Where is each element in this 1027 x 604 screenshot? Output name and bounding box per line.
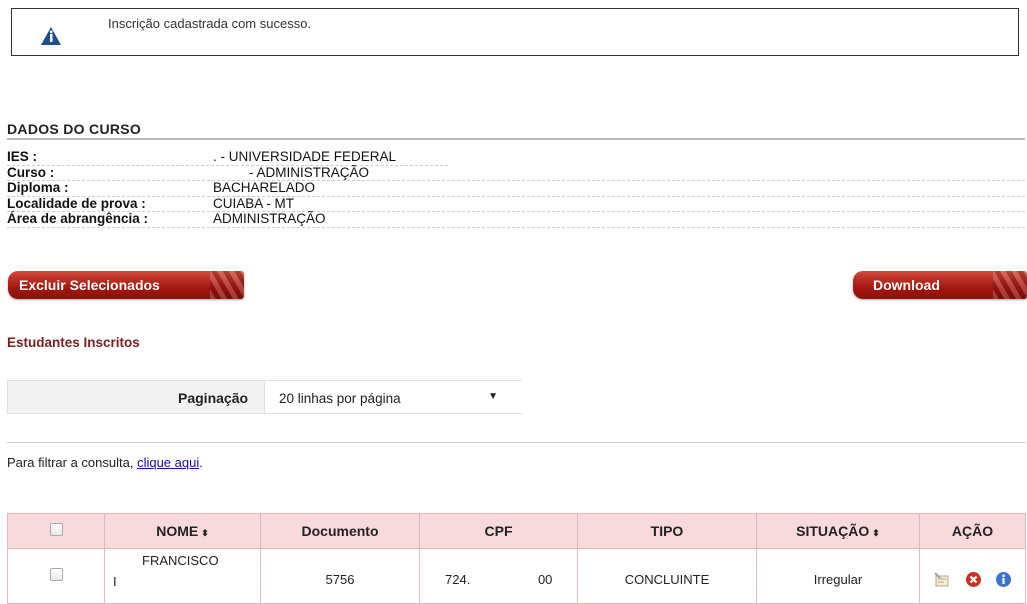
info-warning-icon [41, 27, 61, 45]
filter-suffix: . [199, 455, 203, 470]
nome-cell: FRANCISCO I [104, 548, 261, 604]
tipo-cell: CONCLUINTE [577, 548, 757, 604]
students-title: Estudantes Inscritos [7, 335, 140, 350]
nome-header[interactable]: NOME ⬍ [104, 513, 261, 549]
cpf-cell: 724. 00 [419, 548, 578, 604]
cpf-header: CPF [419, 513, 578, 549]
table-row: FRANCISCO I 5756 724. 00 CONCLUINTE Irre… [7, 548, 1026, 604]
filter-link[interactable]: clique aqui [137, 455, 199, 470]
area-row: Área de abrangência : ADMINISTRAÇÃO [7, 212, 1025, 228]
situacao-header[interactable]: SITUAÇÃO ⬍ [756, 513, 920, 549]
success-notice: Inscrição cadastrada com sucesso. [11, 8, 1019, 56]
situacao-header-label: SITUAÇÃO [796, 523, 870, 539]
diploma-label: Diploma : [7, 180, 69, 196]
select-all-checkbox[interactable] [49, 523, 63, 536]
ies-row: IES : . - UNIVERSIDADE FEDERAL [7, 149, 448, 166]
localidade-label: Localidade de prova : [7, 195, 146, 211]
acao-header: AÇÃO [919, 513, 1026, 549]
pagination-selected-value: 20 linhas por página [279, 391, 401, 406]
curso-label: Curso : [7, 164, 55, 180]
students-table: NOME ⬍ Documento CPF TIPO SITUAÇÃO ⬍ AÇÃO … [7, 513, 1026, 604]
course-info: IES : . - UNIVERSIDADE FEDERAL Curso : -… [7, 149, 1025, 228]
download-button[interactable]: Download [853, 271, 1027, 299]
nome-line1: FRANCISCO [142, 553, 219, 568]
sort-icon: ⬍ [872, 528, 880, 538]
pagination-bar: Paginação 20 linhas por página ▼ [7, 380, 522, 414]
info-icon[interactable] [995, 571, 1012, 588]
pagination-label: Paginação [178, 390, 249, 406]
row-select-cell [7, 548, 105, 604]
ies-value: . - UNIVERSIDADE FEDERAL [213, 149, 397, 164]
cpf-end: 00 [537, 572, 553, 587]
situacao-cell: Irregular [756, 548, 920, 604]
tipo-header: TIPO [577, 513, 757, 549]
acao-cell [919, 548, 1026, 604]
notice-message: Inscrição cadastrada com sucesso. [108, 16, 312, 31]
filter-prefix: Para filtrar a consulta, [7, 455, 138, 470]
diploma-value: BACHARELADO [213, 180, 316, 196]
delete-icon[interactable] [965, 571, 982, 588]
course-section-title: DADOS DO CURSO [7, 121, 142, 137]
edit-card-icon[interactable] [933, 571, 951, 588]
delete-selected-button[interactable]: Excluir Selecionados [8, 271, 244, 299]
row-checkbox[interactable] [49, 568, 63, 581]
section-divider [7, 138, 1025, 140]
documento-cell: 5756 [260, 548, 420, 604]
dropdown-arrow-icon: ▼ [488, 391, 498, 402]
area-value: ADMINISTRAÇÃO [213, 211, 326, 227]
documento-header: Documento [260, 513, 420, 549]
localidade-value: CUIABA - MT [213, 195, 295, 211]
nome-line2: I [113, 574, 117, 589]
curso-row: Curso : - ADMINISTRAÇÃO [7, 164, 1025, 182]
diploma-row: Diploma : BACHARELADO [7, 181, 1025, 197]
sort-icon: ⬍ [201, 528, 209, 538]
localidade-row: Localidade de prova : CUIABA - MT [7, 195, 1025, 213]
cpf-start: 724. [445, 572, 471, 587]
pagination-select[interactable]: 20 linhas por página ▼ [264, 381, 522, 413]
ies-label: IES : [7, 149, 38, 164]
area-label: Área de abrangência : [7, 211, 149, 227]
select-all-header [7, 513, 105, 549]
filter-divider [7, 442, 1025, 443]
table-header-row: NOME ⬍ Documento CPF TIPO SITUAÇÃO ⬍ AÇÃO [7, 513, 1026, 549]
curso-value: - ADMINISTRAÇÃO [249, 164, 370, 180]
filter-text: Para filtrar a consulta, clique aqui. [7, 455, 203, 470]
nome-header-label: NOME [156, 523, 199, 539]
